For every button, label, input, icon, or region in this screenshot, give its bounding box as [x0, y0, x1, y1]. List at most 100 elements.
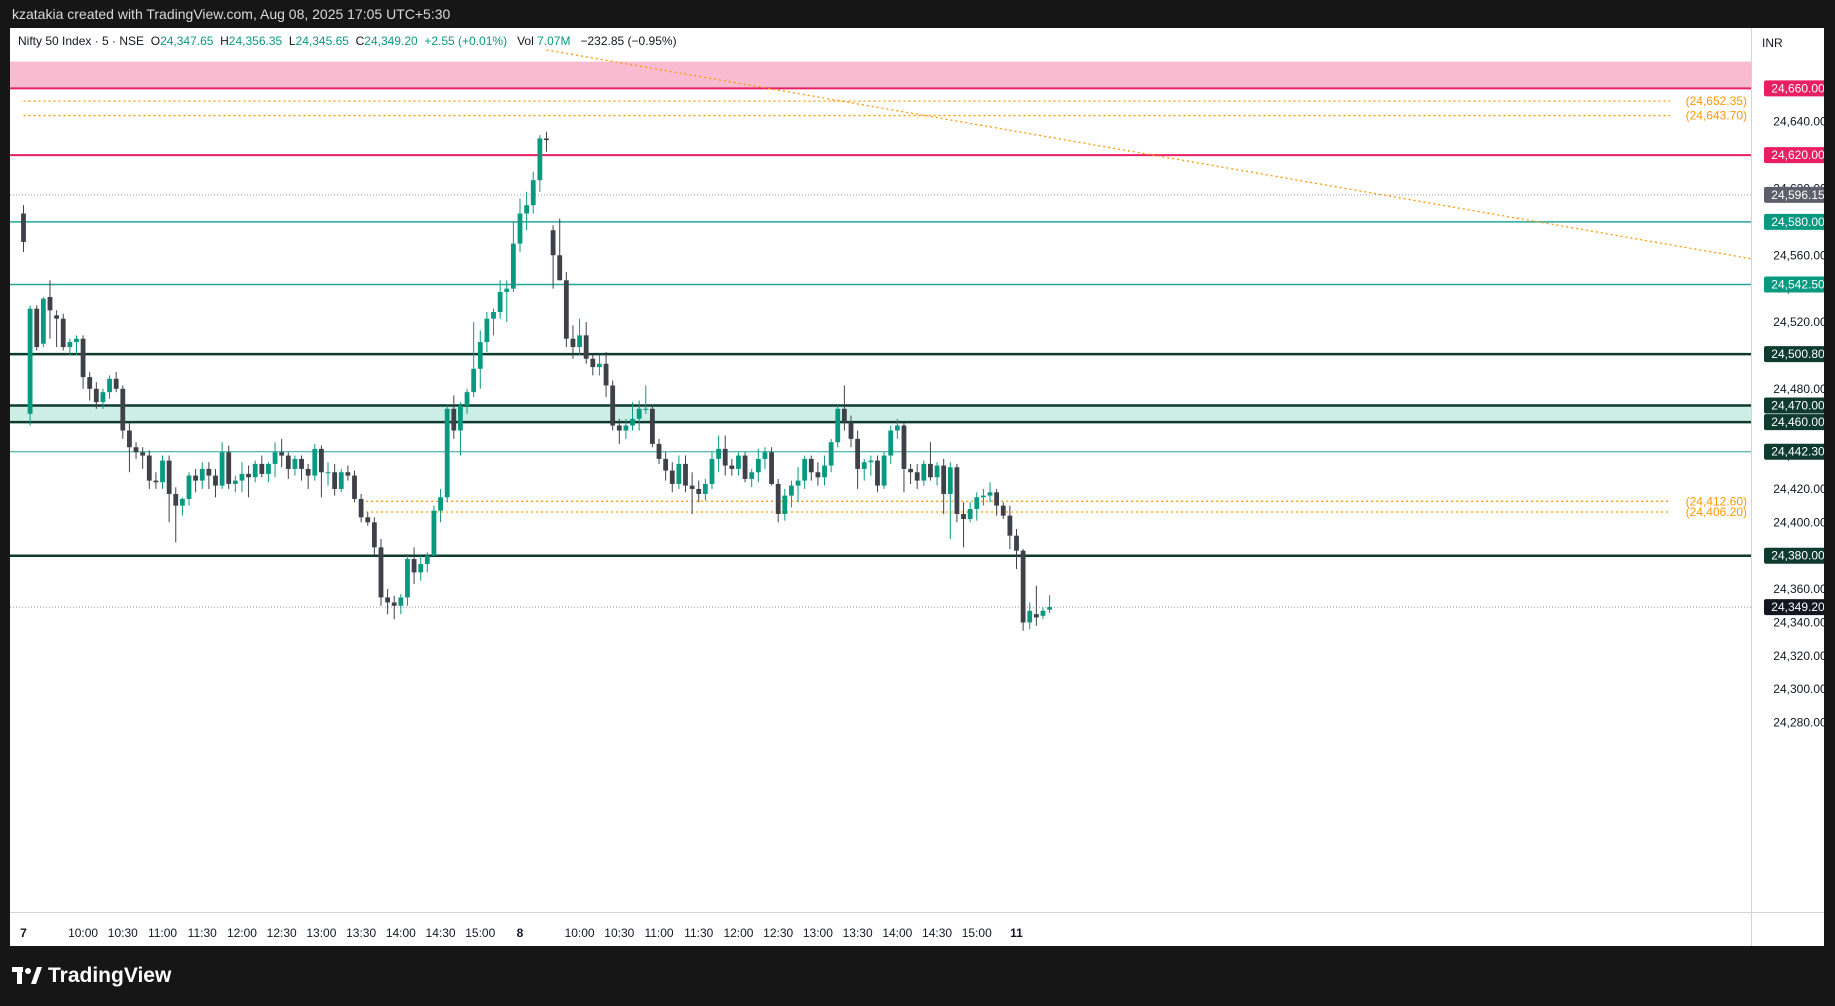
- candle-body[interactable]: [484, 318, 490, 343]
- candle-body[interactable]: [914, 472, 920, 481]
- candle-body[interactable]: [120, 388, 126, 431]
- candle-body[interactable]: [974, 497, 980, 509]
- candle-body[interactable]: [1000, 505, 1006, 516]
- candle-body[interactable]: [60, 318, 66, 348]
- candle-body[interactable]: [702, 483, 708, 494]
- candle-body[interactable]: [716, 448, 721, 459]
- candle-body[interactable]: [107, 378, 112, 393]
- candle-body[interactable]: [54, 315, 59, 319]
- candle-body[interactable]: [378, 547, 384, 598]
- candle-body[interactable]: [352, 475, 357, 499]
- candle-body[interactable]: [497, 291, 503, 313]
- candle-body[interactable]: [524, 205, 530, 214]
- candle-body[interactable]: [815, 472, 821, 478]
- candle-body[interactable]: [444, 408, 450, 498]
- candle-body[interactable]: [34, 308, 40, 348]
- candle-body[interactable]: [398, 597, 404, 606]
- candle-body[interactable]: [206, 468, 212, 476]
- candle-body[interactable]: [841, 408, 847, 423]
- candle-body[interactable]: [934, 465, 940, 478]
- candle-body[interactable]: [650, 408, 655, 444]
- candle-body[interactable]: [643, 408, 649, 410]
- candle-body[interactable]: [113, 378, 119, 389]
- candle-body[interactable]: [285, 455, 291, 469]
- candle-body[interactable]: [1014, 535, 1019, 551]
- candle-body[interactable]: [749, 472, 755, 479]
- candle-body[interactable]: [252, 463, 258, 478]
- candle-body[interactable]: [146, 455, 152, 481]
- candle-body[interactable]: [921, 463, 927, 481]
- candle-body[interactable]: [272, 452, 278, 464]
- candle-body[interactable]: [663, 458, 669, 471]
- candle-body[interactable]: [941, 465, 947, 494]
- candle-body[interactable]: [332, 472, 338, 489]
- candle-body[interactable]: [371, 522, 377, 548]
- candle-body[interactable]: [709, 458, 715, 484]
- candle-body[interactable]: [127, 430, 132, 448]
- candle-body[interactable]: [755, 458, 761, 473]
- candle-body[interactable]: [722, 448, 728, 466]
- candle-body[interactable]: [160, 460, 165, 483]
- candle-body[interactable]: [279, 452, 285, 456]
- candle-body[interactable]: [901, 425, 907, 469]
- candle-body[interactable]: [987, 492, 993, 496]
- candle-body[interactable]: [504, 288, 510, 292]
- candle-body[interactable]: [967, 508, 973, 519]
- candle-body[interactable]: [1040, 610, 1046, 616]
- candle-body[interactable]: [947, 467, 953, 494]
- candle-body[interactable]: [630, 418, 635, 426]
- chart-panel[interactable]: (24,652.35) (24,643.70) (24,412.60) (24,406…: [10, 28, 1824, 946]
- candle-body[interactable]: [868, 460, 874, 463]
- candle-body[interactable]: [577, 335, 582, 348]
- candle-body[interactable]: [828, 442, 834, 466]
- candle-body[interactable]: [994, 492, 1000, 506]
- candle-body[interactable]: [848, 422, 854, 439]
- candle-body[interactable]: [193, 475, 199, 481]
- candle-body[interactable]: [133, 447, 139, 453]
- candle-body[interactable]: [961, 513, 966, 519]
- candle-body[interactable]: [888, 430, 894, 456]
- candle-body[interactable]: [1007, 515, 1013, 536]
- candle-body[interactable]: [338, 472, 344, 489]
- candle-body[interactable]: [232, 480, 238, 484]
- candle-body[interactable]: [246, 473, 251, 478]
- candle-body[interactable]: [676, 463, 682, 484]
- candle-body[interactable]: [259, 463, 265, 474]
- candle-body[interactable]: [477, 342, 483, 369]
- candle-body[interactable]: [550, 230, 556, 256]
- candle-body[interactable]: [762, 452, 768, 459]
- candle-body[interactable]: [544, 138, 549, 141]
- candle-body[interactable]: [822, 465, 827, 478]
- candle-body[interactable]: [775, 483, 781, 514]
- candle-body[interactable]: [438, 497, 443, 511]
- candle-body[interactable]: [603, 363, 609, 386]
- candle-body[interactable]: [736, 455, 741, 469]
- candle-body[interactable]: [1047, 607, 1052, 610]
- candle-body[interactable]: [491, 312, 496, 319]
- candle-body[interactable]: [1027, 610, 1033, 623]
- candle-body[interactable]: [616, 425, 622, 431]
- candle-body[interactable]: [981, 495, 986, 498]
- candle-body[interactable]: [861, 462, 867, 469]
- candle-body[interactable]: [563, 280, 569, 339]
- candle-body[interactable]: [795, 480, 801, 486]
- candle-body[interactable]: [391, 602, 397, 606]
- candle-body[interactable]: [305, 468, 311, 476]
- candle-body[interactable]: [1020, 550, 1026, 623]
- price-zone-support-zone[interactable]: [10, 405, 1751, 423]
- candle-body[interactable]: [875, 460, 880, 486]
- candle-body[interactable]: [213, 475, 218, 486]
- candle-body[interactable]: [656, 443, 662, 459]
- candle-body[interactable]: [729, 465, 735, 469]
- candle-body[interactable]: [802, 458, 808, 481]
- candle-body[interactable]: [239, 473, 245, 481]
- candle-body[interactable]: [742, 455, 748, 479]
- candle-body[interactable]: [179, 498, 185, 506]
- candle-body[interactable]: [954, 467, 960, 514]
- candle-body[interactable]: [1033, 614, 1039, 618]
- candle-body[interactable]: [226, 452, 232, 484]
- candle-body[interactable]: [67, 342, 73, 348]
- candle-body[interactable]: [365, 517, 371, 523]
- candle-body[interactable]: [537, 138, 543, 181]
- candle-body[interactable]: [789, 485, 794, 496]
